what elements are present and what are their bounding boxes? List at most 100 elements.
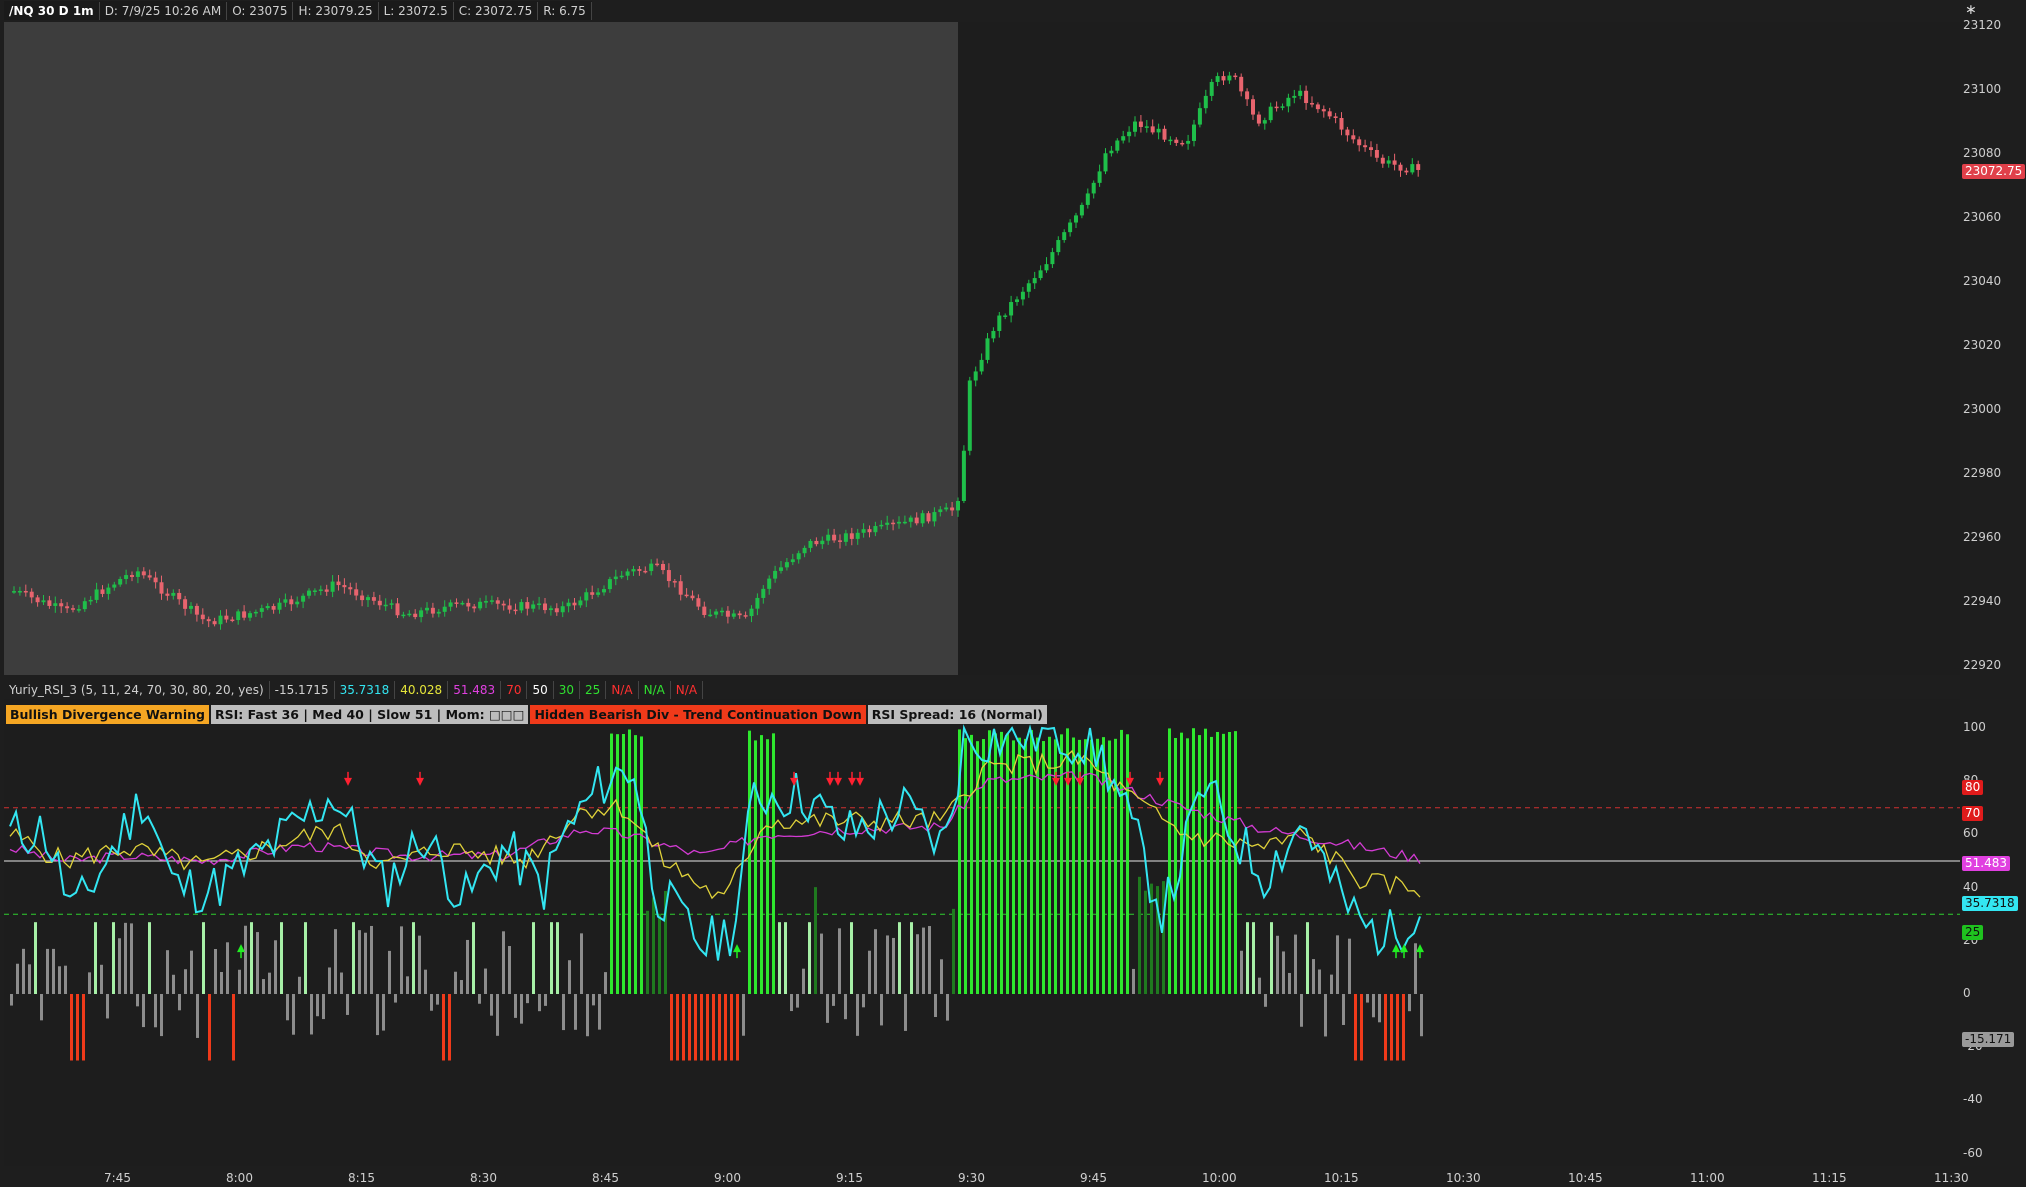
candle-body (312, 590, 317, 592)
candle-body (295, 601, 300, 605)
candle-body (838, 540, 842, 542)
histogram-bar (982, 739, 985, 994)
histogram-bar (1252, 922, 1255, 994)
candle-body (725, 610, 730, 617)
price-axis[interactable]: 23120 23100 23080 23060 23040 23020 23000 22980… (1962, 0, 2026, 1187)
candle-body (318, 589, 323, 591)
candle-body (696, 598, 701, 607)
candle-body (1115, 140, 1120, 151)
candle-body (177, 592, 182, 600)
candle-body (560, 606, 565, 613)
histogram-bar (868, 950, 871, 994)
histogram-bar (928, 926, 931, 994)
study-value-tag: 80 (1962, 780, 1984, 795)
candle-body (1416, 164, 1421, 170)
histogram-bar (430, 994, 433, 1011)
candle-body (377, 600, 382, 606)
rsi-study-pane[interactable] (4, 699, 1960, 1166)
candle-body (932, 512, 937, 522)
candle-body (1310, 103, 1314, 105)
histogram-bar (94, 922, 97, 994)
histogram-bar (244, 925, 247, 994)
histogram-bar (1198, 735, 1201, 994)
candlestick-chart[interactable] (4, 22, 1960, 675)
histogram-bar (568, 960, 571, 994)
candle-body (1209, 81, 1214, 96)
candle-body (41, 600, 46, 603)
status-chip-2: Hidden Bearish Div - Trend Continuation … (530, 705, 866, 724)
histogram-bar (1402, 994, 1405, 1061)
candle-body (808, 540, 813, 548)
histogram-bar (964, 738, 967, 994)
histogram-bar (166, 950, 169, 994)
symbol-label[interactable]: /NQ 30 D 1m (4, 1, 100, 20)
price-tick-label: 22960 (1963, 530, 2002, 544)
candle-body (1026, 283, 1031, 292)
histogram-bar (472, 922, 475, 994)
histogram-bar (496, 994, 499, 1036)
candle-body (767, 578, 772, 589)
candle-body (773, 570, 778, 579)
time-tick-label: 9:45 (1080, 1171, 1107, 1185)
time-tick-label: 9:30 (958, 1171, 985, 1185)
candle-body (672, 581, 677, 583)
candle-body (1292, 95, 1297, 98)
candle-body (442, 606, 447, 612)
candle-body (1233, 75, 1238, 78)
candle-body (71, 608, 75, 610)
study-header: Yuriy_RSI_3 (5, 11, 24, 70, 30, 80, 20, … (4, 680, 704, 699)
close-readout: C: 23072.75 (454, 1, 539, 20)
histogram-bar (1210, 736, 1213, 994)
candle-body (1038, 270, 1043, 279)
candle-body (354, 589, 359, 596)
candle-body (584, 592, 589, 601)
study-value-tag: 35.7318 (1962, 896, 2018, 911)
histogram-bar (778, 922, 781, 994)
candle-body (1262, 120, 1267, 124)
candle-body (1085, 193, 1090, 205)
candle-body (1015, 299, 1019, 303)
candle-body (478, 601, 483, 609)
histogram-bar (1414, 943, 1417, 994)
candle-body (1044, 264, 1049, 271)
price-chart-pane[interactable] (4, 22, 1960, 675)
candle-body (566, 602, 571, 607)
histogram-bar (424, 969, 427, 994)
histogram-bar (118, 938, 121, 994)
histogram-bar (730, 994, 733, 1061)
histogram-bar (1348, 938, 1351, 994)
histogram-bar (1240, 950, 1243, 994)
candle-body (1127, 131, 1132, 137)
candle-body (489, 600, 494, 602)
candle-body (224, 615, 229, 620)
rsi-oscillator-chart[interactable] (4, 699, 1960, 1166)
candle-body (436, 611, 441, 614)
histogram-bar (814, 887, 817, 994)
time-axis[interactable]: 7:45 8:00 8:15 8:30 8:45 9:00 9:15 9:30 9:45 10:0… (0, 1168, 1969, 1187)
candle-body (979, 359, 984, 372)
histogram-bar (364, 932, 367, 994)
histogram-bar (808, 922, 811, 994)
candle-body (194, 605, 199, 615)
candle-body (826, 534, 831, 541)
histogram-bar (58, 966, 61, 994)
histogram-bar (736, 994, 739, 1061)
time-tick-label: 8:15 (348, 1171, 375, 1185)
histogram-bar (562, 994, 565, 1031)
candle-body (867, 529, 872, 533)
candle-body (336, 581, 341, 586)
study-value-1: 35.7318 (335, 680, 396, 699)
study-name[interactable]: Yuriy_RSI_3 (5, 11, 24, 70, 30, 80, 20, … (4, 680, 270, 699)
histogram-bar (994, 733, 997, 994)
candle-body (743, 615, 748, 617)
histogram-bar (952, 908, 955, 994)
histogram-bar (130, 923, 133, 994)
histogram-bar (1384, 994, 1387, 1061)
histogram-bar (436, 994, 439, 1005)
histogram-bar (760, 735, 763, 994)
candle-body (637, 569, 642, 571)
histogram-bar (124, 922, 127, 994)
candle-body (271, 606, 276, 610)
candle-body (513, 609, 518, 612)
histogram-bar (1288, 972, 1291, 994)
